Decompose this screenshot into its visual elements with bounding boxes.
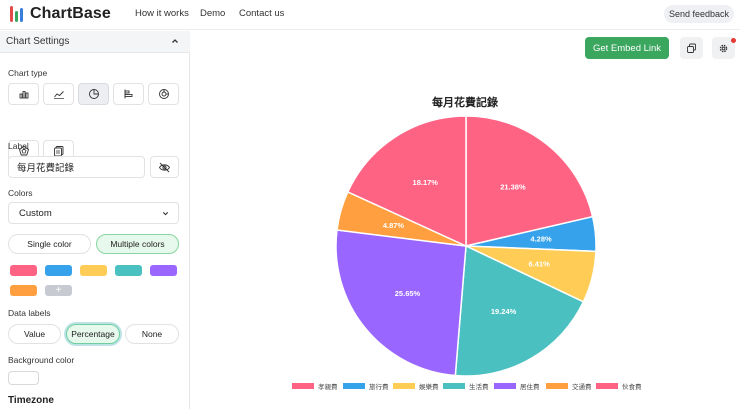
get-embed-link-button[interactable]: Get Embed Link xyxy=(585,37,669,59)
app-name: ChartBase xyxy=(30,5,111,22)
logo[interactable]: ChartBase xyxy=(10,5,111,23)
notification-dot xyxy=(731,38,736,43)
chart-type-line-button[interactable] xyxy=(43,83,74,105)
eye-off-icon xyxy=(158,162,171,172)
pie-slice-label-5: 25.65% xyxy=(395,289,421,298)
data-label-value-button[interactable]: Value xyxy=(8,324,61,344)
send-feedback-button[interactable]: Send feedback xyxy=(664,5,734,23)
nav-how-it-works[interactable]: How it works xyxy=(135,8,189,19)
chart-type-horizontal-bar-button[interactable] xyxy=(113,83,144,105)
colors-select[interactable]: Custom xyxy=(8,202,179,224)
legend-swatch xyxy=(393,383,415,389)
pie-slice-label-6: 4.87% xyxy=(383,221,405,230)
pie-slice-label-7: 18.17% xyxy=(413,178,439,187)
legend-item-7[interactable]: 伙食費 xyxy=(596,381,642,391)
chart-settings-sidebar: Chart Settings Chart type Label 每月花費記錄 C… xyxy=(0,31,190,409)
background-color-label: Background color xyxy=(8,355,75,365)
color-swatch-6[interactable] xyxy=(10,285,37,296)
data-label-none-button[interactable]: None xyxy=(125,324,179,344)
legend-item-3[interactable]: 娛樂費 xyxy=(393,381,439,391)
data-label-percentage-button[interactable]: Percentage xyxy=(66,324,120,344)
timezone-label: Timezone xyxy=(8,395,54,406)
chart-settings-header[interactable]: Chart Settings xyxy=(0,31,190,53)
background-color-input[interactable] xyxy=(8,371,39,385)
legend-item-1[interactable]: 孝親費 xyxy=(292,381,338,391)
top-bar: ChartBase How it works Demo Contact us S… xyxy=(0,0,740,30)
chart-label-input[interactable]: 每月花費記錄 xyxy=(8,156,145,178)
chevron-down-icon xyxy=(162,212,169,216)
legend-label: 交通費 xyxy=(572,384,592,391)
legend-swatch xyxy=(494,383,516,389)
colors-label: Colors xyxy=(8,188,33,198)
legend-label: 娛樂費 xyxy=(419,384,439,391)
chart-settings-title: Chart Settings xyxy=(6,36,70,47)
doughnut-chart-icon xyxy=(158,89,169,99)
pie-chart: 21.38% 4.28% 6.41% 19.24% 25.65% 4.87% 18.17% xyxy=(335,115,597,377)
color-swatch-5[interactable] xyxy=(150,265,177,276)
pie-slice-label-3: 6.41% xyxy=(529,260,551,269)
legend-swatch xyxy=(546,383,568,389)
copy-icon xyxy=(687,43,696,53)
toggle-label-visibility-button[interactable] xyxy=(150,156,179,178)
color-swatch-1[interactable] xyxy=(10,265,37,276)
color-swatch-2[interactable] xyxy=(45,265,72,276)
legend-item-5[interactable]: 居住費 xyxy=(494,381,540,391)
legend-swatch xyxy=(292,383,314,389)
legend-item-2[interactable]: 旅行費 xyxy=(343,381,389,391)
chart-type-label: Chart type xyxy=(8,68,48,78)
legend-item-6[interactable]: 交通費 xyxy=(546,381,592,391)
nav-demo[interactable]: Demo xyxy=(200,8,225,19)
chart-type-pie-button[interactable] xyxy=(78,83,109,105)
gear-icon xyxy=(719,44,728,52)
multiple-colors-button[interactable]: Multiple colors xyxy=(96,234,179,254)
legend-swatch xyxy=(443,383,465,389)
legend-swatch xyxy=(596,383,618,389)
legend-label: 旅行費 xyxy=(369,384,389,391)
chart-type-doughnut-button[interactable] xyxy=(148,83,179,105)
single-color-button[interactable]: Single color xyxy=(8,234,91,254)
pie-slice-label-1: 21.38% xyxy=(500,182,526,191)
pie-slice-label-2: 4.28% xyxy=(530,234,552,243)
legend-swatch xyxy=(343,383,365,389)
logo-mark-icon xyxy=(10,6,23,22)
bar-chart-icon xyxy=(19,91,28,99)
legend-label: 居住費 xyxy=(520,384,540,391)
copy-button[interactable] xyxy=(680,37,703,59)
label-field-label: Label xyxy=(8,141,29,151)
legend-item-4[interactable]: 生活費 xyxy=(443,381,489,391)
line-chart-icon xyxy=(53,91,64,99)
legend-label: 生活費 xyxy=(469,384,489,391)
pie-slice-label-4: 19.24% xyxy=(491,307,517,316)
data-labels-label: Data labels xyxy=(8,308,51,318)
pie-slice-5[interactable] xyxy=(335,229,467,377)
chart-legend: 孝親費 旅行費 娛樂費 生活費 居住費 交通費 伙食費 xyxy=(288,381,648,393)
chevron-up-icon[interactable] xyxy=(170,36,180,46)
chart-title: 每月花費記錄 xyxy=(432,97,498,109)
pie-chart-icon xyxy=(88,89,99,99)
legend-label: 孝親費 xyxy=(318,384,338,391)
horizontal-bar-chart-icon xyxy=(124,89,132,99)
legend-label: 伙食費 xyxy=(622,384,642,391)
color-swatch-4[interactable] xyxy=(115,265,142,276)
chart-type-bar-button[interactable] xyxy=(8,83,39,105)
color-swatch-3[interactable] xyxy=(80,265,107,276)
nav-contact-us[interactable]: Contact us xyxy=(239,8,284,19)
add-color-button[interactable]: + xyxy=(45,285,72,296)
colors-select-value: Custom xyxy=(19,207,52,219)
